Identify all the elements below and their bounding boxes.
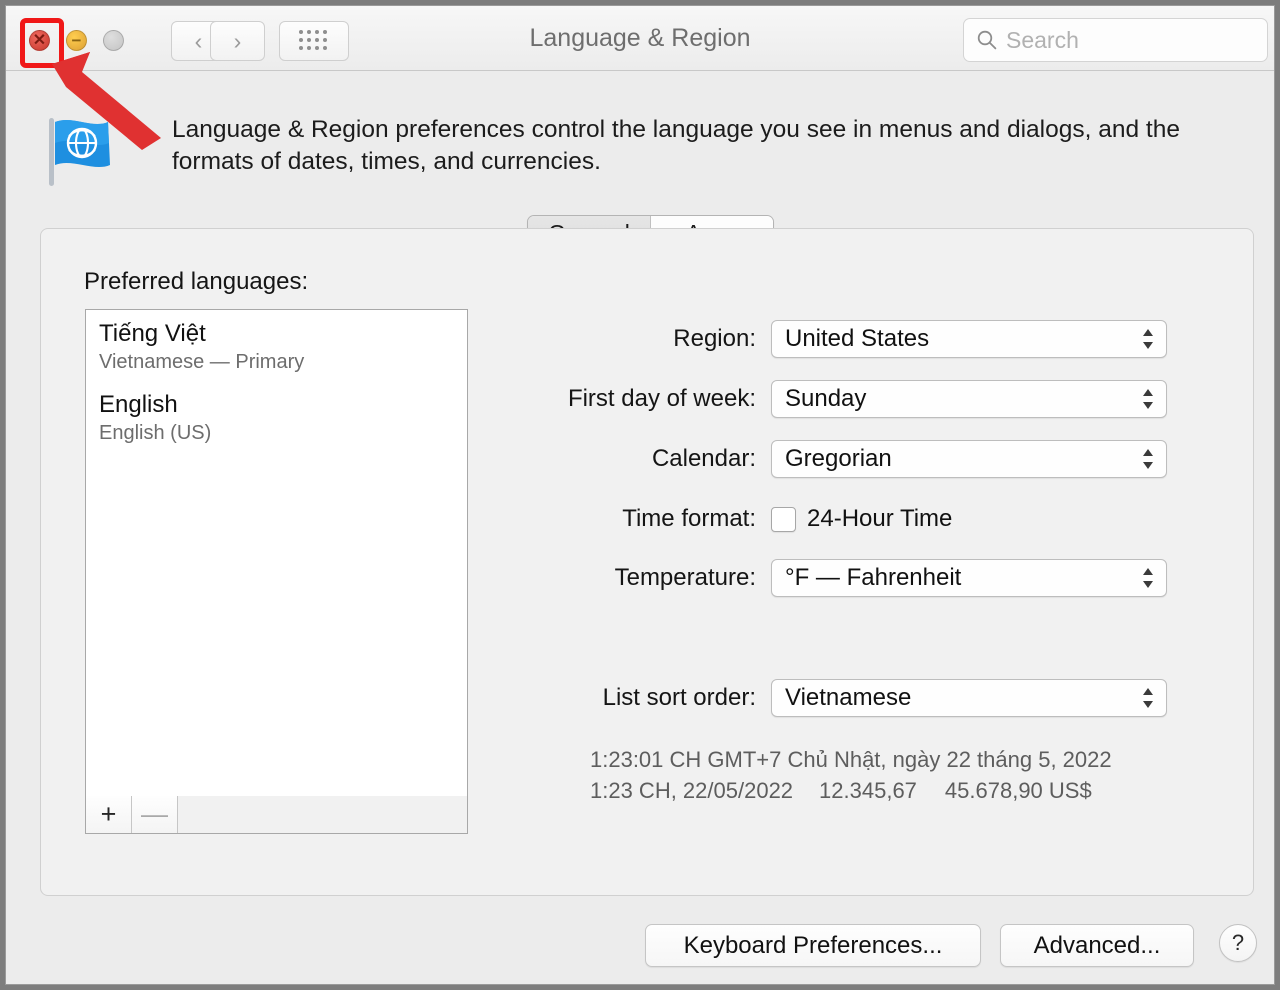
preferred-languages-list[interactable]: Tiếng Việt Vietnamese — Primary English … xyxy=(85,309,468,799)
language-subtitle: English (US) xyxy=(99,420,467,447)
list-sort-order-value: Vietnamese xyxy=(785,684,1140,712)
list-sort-order-label: List sort order: xyxy=(536,684,771,712)
search-input[interactable]: Search xyxy=(1006,27,1079,54)
preferences-window: ✕ − ‹ › Language & Region Search xyxy=(6,6,1274,984)
language-name: English xyxy=(99,390,467,420)
format-preview: 1:23:01 CH GMT+7 Chủ Nhật, ngày 22 tháng… xyxy=(590,744,1112,806)
format-preview-currency: 45.678,90 US$ xyxy=(945,775,1092,806)
calendar-value: Gregorian xyxy=(785,445,1140,473)
format-preview-number: 12.345,67 xyxy=(819,775,917,806)
preference-description: Language & Region preferences control th… xyxy=(172,114,1257,179)
format-preview-datetime: 1:23:01 CH GMT+7 Chủ Nhật, ngày 22 tháng… xyxy=(590,744,1112,775)
region-label: Region: xyxy=(536,325,771,353)
format-preview-time: 1:23 CH, 22/05/2022 xyxy=(590,775,793,806)
first-day-of-week-value: Sunday xyxy=(785,385,1140,413)
calendar-select[interactable]: Gregorian xyxy=(771,440,1167,478)
first-day-of-week-select[interactable]: Sunday xyxy=(771,380,1167,418)
window-titlebar: ✕ − ‹ › Language & Region Search xyxy=(6,6,1274,71)
chevron-updown-icon xyxy=(1140,386,1156,412)
calendar-label: Calendar: xyxy=(536,445,771,473)
format-preview-line-2: 1:23 CH, 22/05/2022 12.345,67 45.678,90 US… xyxy=(590,775,1112,806)
language-name: Tiếng Việt xyxy=(99,319,467,349)
region-value: United States xyxy=(785,325,1140,353)
flag-globe-icon xyxy=(46,116,128,188)
time-format-label: Time format: xyxy=(536,505,771,533)
preferred-languages-label: Preferred languages: xyxy=(84,268,308,296)
chevron-updown-icon xyxy=(1140,685,1156,711)
24-hour-time-label: 24-Hour Time xyxy=(807,505,952,533)
remove-language-button[interactable]: — xyxy=(132,796,178,833)
time-format-row: Time format: 24-Hour Time xyxy=(536,500,952,538)
calendar-row: Calendar: Gregorian xyxy=(536,440,1167,478)
list-item[interactable]: Tiếng Việt Vietnamese — Primary xyxy=(86,310,467,376)
chevron-updown-icon xyxy=(1140,446,1156,472)
language-subtitle: Vietnamese — Primary xyxy=(99,349,467,376)
search-field[interactable]: Search xyxy=(963,18,1268,62)
temperature-select[interactable]: °F — Fahrenheit xyxy=(771,559,1167,597)
toolbar-filler xyxy=(178,796,467,833)
list-sort-order-select[interactable]: Vietnamese xyxy=(771,679,1167,717)
help-button[interactable]: ? xyxy=(1219,924,1257,962)
temperature-row: Temperature: °F — Fahrenheit xyxy=(536,559,1167,597)
temperature-label: Temperature: xyxy=(536,564,771,592)
first-day-of-week-label: First day of week: xyxy=(536,385,771,413)
list-item[interactable]: English English (US) xyxy=(86,376,467,447)
region-select[interactable]: United States xyxy=(771,320,1167,358)
temperature-value: °F — Fahrenheit xyxy=(785,564,1140,592)
chevron-updown-icon xyxy=(1140,326,1156,352)
region-row: Region: United States xyxy=(536,320,1167,358)
language-list-toolbar: + — xyxy=(85,796,468,834)
add-language-button[interactable]: + xyxy=(86,796,132,833)
first-day-of-week-row: First day of week: Sunday xyxy=(536,380,1167,418)
24-hour-time-checkbox[interactable] xyxy=(771,507,796,532)
chevron-updown-icon xyxy=(1140,565,1156,591)
search-icon xyxy=(976,29,998,51)
list-sort-order-row: List sort order: Vietnamese xyxy=(536,679,1167,717)
keyboard-preferences-button[interactable]: Keyboard Preferences... xyxy=(645,924,981,967)
advanced-button[interactable]: Advanced... xyxy=(1000,924,1194,967)
